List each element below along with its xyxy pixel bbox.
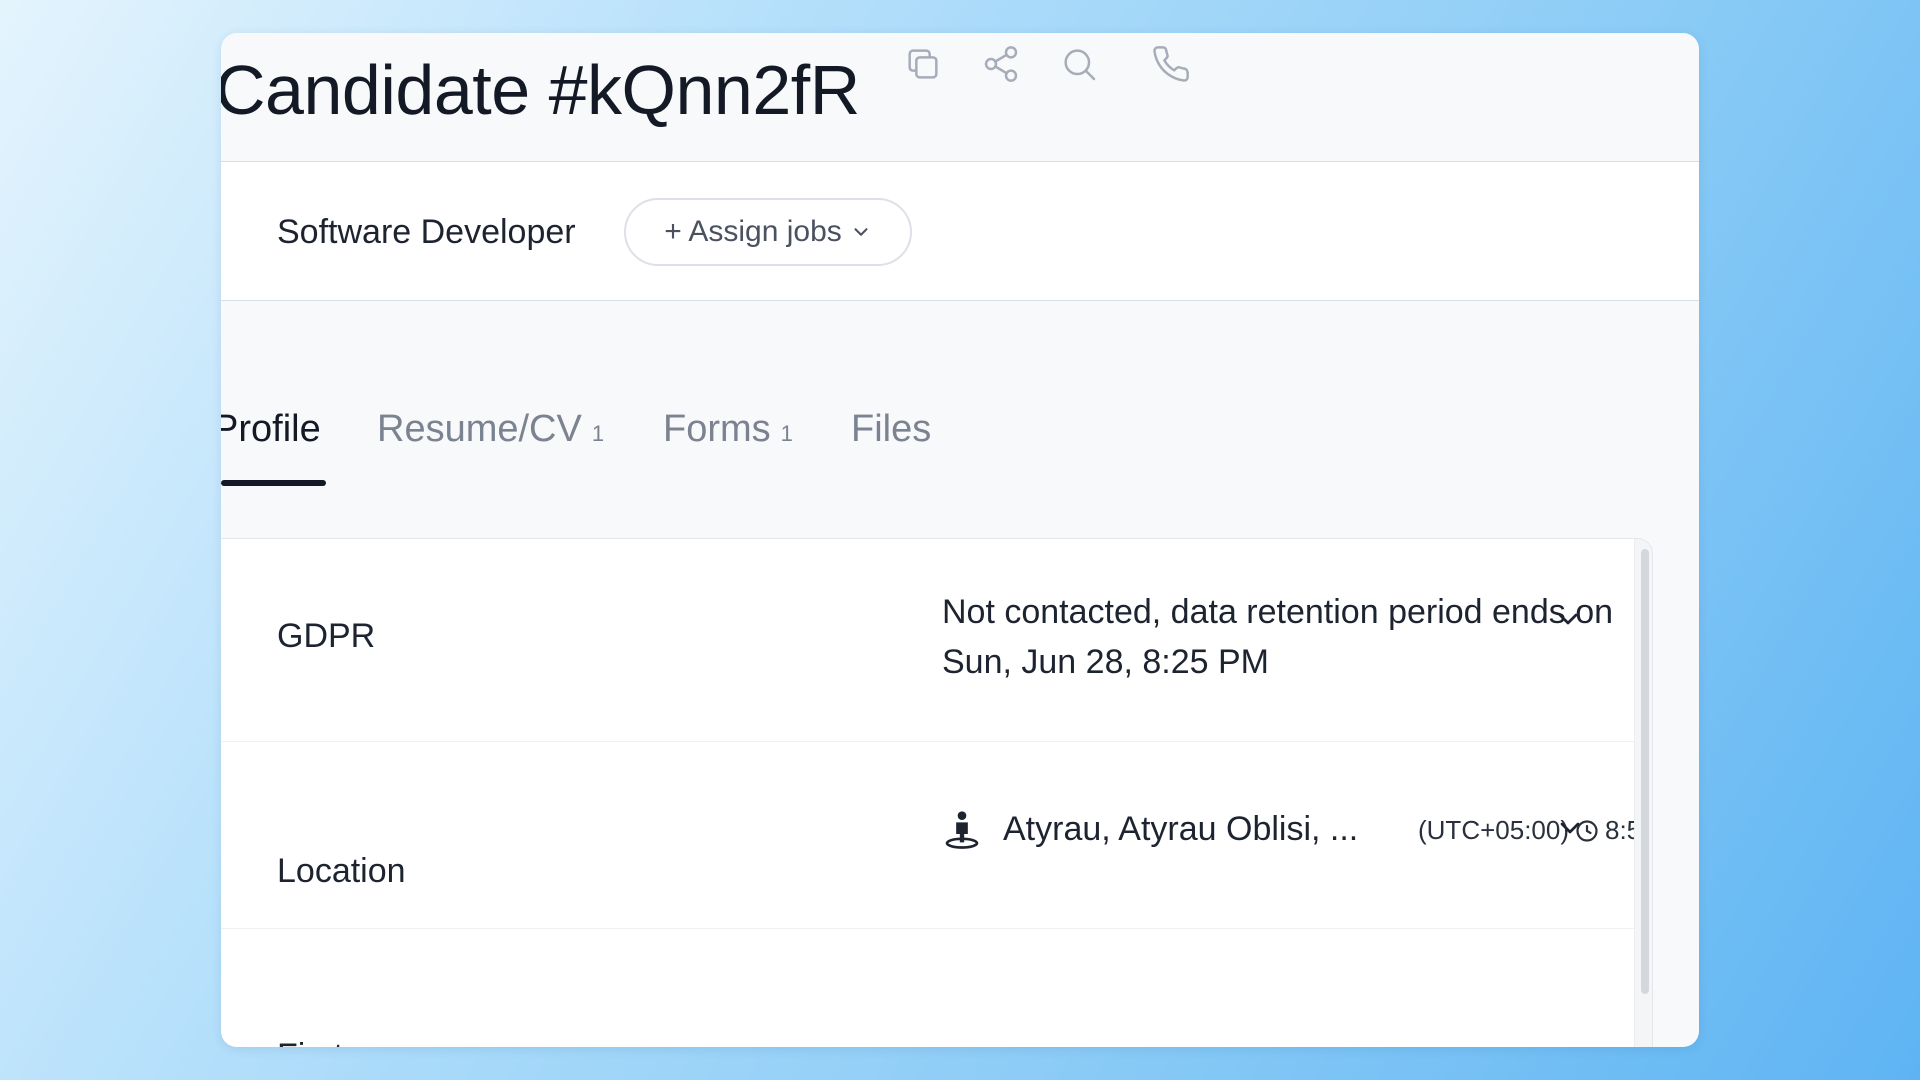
phone-icon[interactable]	[1149, 42, 1193, 86]
share-icon[interactable]	[979, 42, 1023, 86]
active-tab-indicator	[221, 480, 326, 486]
tab-bar: Profile Resume/CV 1 Forms 1 Files	[221, 408, 1321, 488]
location-value: Atyrau, Atyrau Oblisi, ...	[1003, 810, 1359, 848]
candidate-window: Candidate #kQnn2fR Software Developer + …	[221, 33, 1699, 1047]
location-label: Location	[277, 852, 406, 890]
profile-scrollbar[interactable]	[1634, 539, 1652, 1047]
search-icon[interactable]	[1057, 42, 1101, 86]
timezone-info: (UTC+05:00) 8:57 PM	[1418, 815, 1652, 846]
tab-files[interactable]: Files	[851, 408, 931, 488]
tab-resume-cv[interactable]: Resume/CV 1	[377, 408, 604, 488]
location-chevron-down-icon[interactable]	[1554, 812, 1586, 844]
first-name-row[interactable]: First name	[221, 929, 1634, 1047]
gdpr-chevron-down-icon[interactable]	[1552, 603, 1584, 635]
copy-icon[interactable]	[901, 42, 945, 86]
timezone-offset: (UTC+05:00)	[1418, 815, 1569, 845]
chevron-down-icon	[850, 221, 872, 243]
location-row[interactable]: Location Atyrau, Atyrau Oblisi, ... (UTC…	[221, 742, 1652, 929]
scrollbar-thumb[interactable]	[1641, 549, 1649, 994]
gdpr-value: Not contacted, data retention period end…	[942, 587, 1613, 687]
gdpr-value-line1: Not contacted, data retention period end…	[942, 593, 1614, 631]
first-name-label: First name	[277, 1037, 438, 1047]
tab-label: Profile	[221, 408, 321, 450]
tab-label: Files	[851, 408, 932, 450]
gdpr-value-line2: Sun, Jun 28, 8:25 PM	[942, 643, 1269, 681]
gdpr-label: GDPR	[277, 617, 376, 655]
job-card: Software Developer + Assign jobs	[221, 161, 1699, 301]
location-pin-icon	[942, 809, 982, 849]
job-title: Software Developer	[277, 212, 576, 251]
tab-forms[interactable]: Forms 1	[663, 408, 793, 488]
tab-label: Forms	[663, 408, 771, 450]
assign-jobs-label: + Assign jobs	[664, 215, 842, 248]
assign-jobs-button[interactable]: + Assign jobs	[624, 198, 912, 266]
profile-card: GDPR Not contacted, data retention perio…	[221, 538, 1653, 1047]
gdpr-row[interactable]: GDPR Not contacted, data retention perio…	[221, 539, 1634, 742]
tab-count-badge: 1	[780, 421, 793, 446]
page-title: Candidate #kQnn2fR	[221, 51, 860, 129]
tab-profile[interactable]: Profile	[221, 408, 321, 488]
tab-count-badge: 1	[591, 421, 605, 446]
tab-label: Resume/CV	[377, 408, 582, 450]
